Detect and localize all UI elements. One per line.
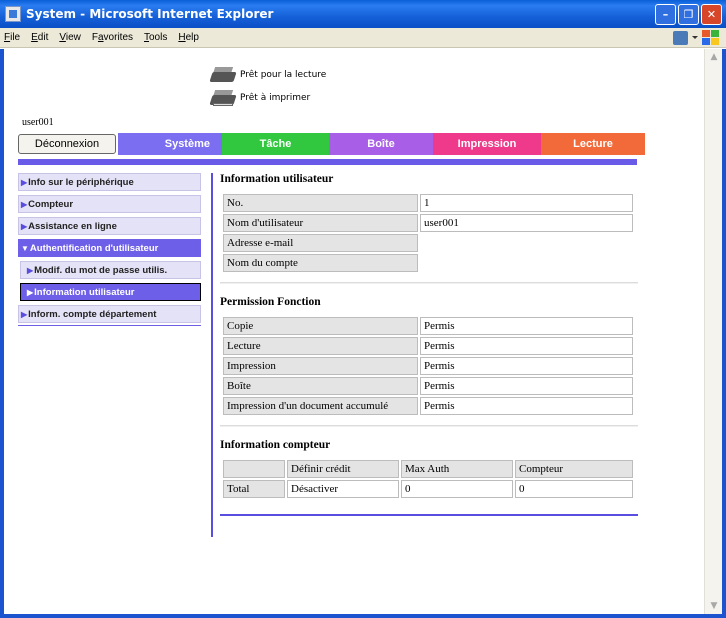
window-frame-bottom bbox=[0, 614, 726, 618]
device-status: Prêt pour la lecture Prêt à imprimer bbox=[209, 64, 327, 110]
menu-view[interactable]: View bbox=[59, 32, 81, 43]
table-row: Total Désactiver 0 0 bbox=[223, 480, 633, 498]
tab-boite[interactable]: Boîte bbox=[329, 133, 433, 155]
tab-impression[interactable]: Impression bbox=[433, 133, 541, 155]
tab-lecture[interactable]: Lecture bbox=[541, 133, 645, 155]
sidebar-item-user-information[interactable]: ▶ Information utilisateur bbox=[20, 283, 201, 301]
vertical-scrollbar[interactable]: ▲ ▼ bbox=[704, 49, 722, 614]
sidebar-item-counter[interactable]: ▶ Compteur bbox=[18, 195, 201, 213]
menubar-right bbox=[673, 30, 720, 46]
logout-button[interactable]: Déconnexion bbox=[18, 134, 116, 154]
table-row: Nom d'utilisateur user001 bbox=[223, 214, 633, 232]
table-row: No. 1 bbox=[223, 194, 633, 212]
window-frame-right bbox=[722, 49, 726, 618]
triangle-right-icon: ▶ bbox=[21, 199, 28, 209]
main-panel: Information utilisateur No. 1 Nom d'utili… bbox=[220, 173, 638, 516]
tab-systeme[interactable]: Système bbox=[118, 133, 222, 155]
scroll-up-icon[interactable]: ▲ bbox=[706, 49, 722, 65]
triangle-right-icon: ▶ bbox=[27, 265, 34, 275]
table-row: Nom du compte bbox=[223, 254, 633, 272]
counter-title: Information compteur bbox=[220, 439, 331, 451]
menu-edit[interactable]: Edit bbox=[31, 32, 48, 43]
scanner-icon bbox=[209, 66, 237, 84]
close-button[interactable]: ✕ bbox=[701, 4, 722, 25]
scan-status: Prêt pour la lecture bbox=[209, 64, 327, 86]
counter-table: Définir crédit Max Auth Compteur Total D… bbox=[221, 458, 635, 500]
printer-icon bbox=[209, 89, 237, 107]
sidebar-item-department-account[interactable]: ▶ Inform. compte département bbox=[18, 305, 201, 323]
menu-bar: File Edit View Favorites Tools Help bbox=[0, 28, 726, 48]
window-titlebar: System - Microsoft Internet Explorer – ❐… bbox=[0, 0, 726, 28]
user-info-table: No. 1 Nom d'utilisateur user001 Adresse e-… bbox=[221, 192, 635, 274]
sidebar-item-online-assistance[interactable]: ▶ Assistance en ligne bbox=[18, 217, 201, 235]
tab-tache[interactable]: Tâche bbox=[222, 133, 329, 155]
sidebar-item-change-password[interactable]: ▶ Modif. du mot de passe utilis. bbox=[20, 261, 201, 279]
menu-tools[interactable]: Tools bbox=[144, 32, 167, 43]
scan-status-text: Prêt pour la lecture bbox=[240, 70, 327, 80]
table-row: Impression d'un document accumulé Permis bbox=[223, 397, 633, 415]
logged-in-user: user001 bbox=[22, 117, 54, 128]
menu-file[interactable]: File bbox=[4, 32, 20, 43]
translate-icon[interactable] bbox=[673, 31, 698, 45]
windows-logo-icon bbox=[702, 30, 720, 46]
section-separator bbox=[220, 282, 638, 284]
systeme-accent-bar bbox=[18, 159, 637, 165]
section-separator bbox=[220, 425, 638, 427]
table-row: Impression Permis bbox=[223, 357, 633, 375]
triangle-right-icon: ▶ bbox=[27, 287, 34, 297]
triangle-right-icon: ▶ bbox=[21, 309, 28, 319]
triangle-right-icon: ▶ bbox=[21, 177, 28, 187]
table-row: Adresse e-mail bbox=[223, 234, 633, 252]
table-row: Boîte Permis bbox=[223, 377, 633, 395]
window-title: System - Microsoft Internet Explorer bbox=[26, 7, 274, 21]
menu-help[interactable]: Help bbox=[178, 32, 199, 43]
menu-favorites[interactable]: Favorites bbox=[92, 32, 133, 43]
ie-icon bbox=[5, 6, 21, 22]
triangle-right-icon: ▶ bbox=[21, 221, 28, 231]
sidebar-divider bbox=[18, 325, 201, 326]
print-status-text: Prêt à imprimer bbox=[240, 93, 311, 103]
permissions-title: Permission Fonction bbox=[220, 296, 321, 308]
bottom-divider bbox=[220, 514, 638, 516]
user-info-title: Information utilisateur bbox=[220, 173, 334, 185]
content-divider bbox=[211, 173, 213, 537]
print-status: Prêt à imprimer bbox=[209, 87, 326, 109]
sidebar-item-user-authentication[interactable]: ▼ Authentification d'utilisateur bbox=[18, 239, 201, 257]
table-row: Lecture Permis bbox=[223, 337, 633, 355]
table-row: Copie Permis bbox=[223, 317, 633, 335]
table-header-row: Définir crédit Max Auth Compteur bbox=[223, 460, 633, 478]
sidebar-item-device-info[interactable]: ▶ Info sur le périphérique bbox=[18, 173, 201, 191]
minimize-button[interactable]: – bbox=[655, 4, 676, 25]
window-controls: – ❐ ✕ bbox=[655, 4, 722, 25]
triangle-down-icon: ▼ bbox=[21, 243, 29, 253]
sidebar: ▶ Info sur le périphérique ▶ Compteur ▶ Ass… bbox=[18, 173, 201, 326]
permissions-table: Copie Permis Lecture Permis Impression Perm… bbox=[221, 315, 635, 417]
maximize-button[interactable]: ❐ bbox=[678, 4, 699, 25]
page-content: Prêt pour la lecture Prêt à imprimer use… bbox=[4, 49, 704, 614]
main-tabs: Déconnexion Système Tâche Boîte Impressi… bbox=[18, 133, 645, 155]
scroll-down-icon[interactable]: ▼ bbox=[706, 598, 722, 614]
